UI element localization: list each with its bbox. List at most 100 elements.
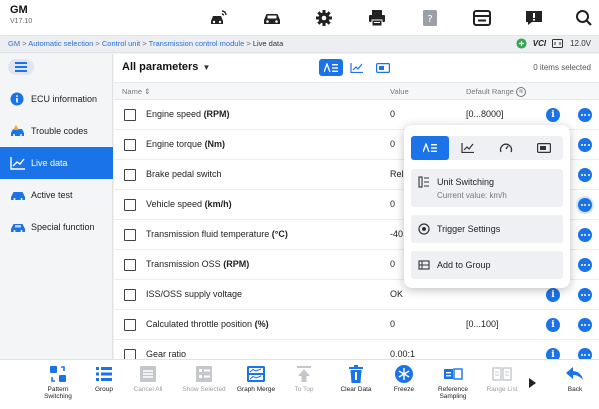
more-options-icon[interactable] [578,258,592,272]
parameter-unit: (km/h) [204,199,232,209]
sidebar-item-active-test[interactable]: Active test [0,179,113,211]
more-options-icon[interactable] [578,228,592,242]
more-options-icon[interactable] [578,108,592,122]
gear-icon[interactable] [312,6,336,30]
table-row[interactable]: Calculated throttle position (%) 0 [0...10… [114,310,599,340]
more-options-dot [580,324,583,326]
car-connect-icon[interactable] [206,6,230,30]
breadcrumb-item[interactable]: GM [8,39,20,48]
more-options-dot [587,174,590,176]
feedback-icon[interactable] [522,6,546,30]
more-options-dot [584,324,586,326]
items-selected-count: 0 items selected [533,63,591,72]
printer-icon[interactable] [365,6,389,30]
back-button[interactable]: Back [552,364,598,408]
reference-sampling-icon [444,368,463,380]
row-checkbox[interactable] [124,109,136,121]
more-options-dot [584,174,586,176]
unit-current-value: Current value: km/h [437,191,507,200]
more-options-dot [587,114,590,116]
more-options-icon[interactable] [578,138,592,152]
more-options-dot [587,324,590,326]
help-doc-icon[interactable]: ? [418,6,442,30]
row-checkbox[interactable] [124,199,136,211]
more-options-dot [587,144,590,146]
sidebar-item-special-function[interactable]: Special function [0,211,113,243]
menu-toggle-button[interactable] [8,59,34,75]
parameter-filter-label: All parameters [122,61,199,73]
gauge-icon [499,143,513,153]
tool-label: Back [567,386,583,393]
more-options-icon[interactable] [578,318,592,332]
to-top-button[interactable]: To Top [279,364,329,408]
trigger-settings-option[interactable]: Trigger Settings [411,215,563,243]
unit-switching-option[interactable]: Unit Switching Current value: km/h [411,169,563,207]
info-icon[interactable]: i [546,108,560,122]
graph-view-button[interactable] [345,59,369,76]
popup-tab-digital-view[interactable] [525,136,563,160]
more-options-dot [584,144,586,146]
search-icon[interactable] [572,6,596,30]
parameter-name: Calculated throttle position (%) [146,319,269,329]
toolbar-expand-arrow-icon[interactable] [529,378,536,388]
tool-label: Graph Merge [236,386,276,393]
add-to-group-option[interactable]: Add to Group [411,251,563,279]
cancel-all-icon [140,366,156,382]
clear-data-button[interactable]: Clear Data [331,364,381,408]
group-button[interactable]: Group [79,364,129,408]
software-version: V17.10 [10,18,33,25]
svg-text:?: ? [427,14,432,25]
sidebar-item-ecu-information[interactable]: ECU information [0,83,113,115]
sidebar-item-trouble-codes[interactable]: Trouble codes [0,115,113,147]
connection-status: VCI 12.0V [516,38,591,49]
cancel-all-button[interactable]: Cancel All [123,364,173,408]
parameter-name-text: Brake pedal switch [146,169,222,179]
save-icon[interactable] [470,6,494,30]
parameter-name: Brake pedal switch [146,169,222,179]
show-selected-icon [196,366,212,382]
more-options-dot [587,204,590,206]
column-header-name[interactable]: Name ⇕ [122,87,150,96]
filter-row: All parameters ▼ 0 items selected [114,54,599,82]
more-options-icon[interactable] [578,168,592,182]
more-options-icon[interactable] [578,288,592,302]
parameter-name: Transmission fluid temperature (°C) [146,229,288,239]
freeze-button[interactable]: Freeze [379,364,429,408]
row-checkbox[interactable] [124,259,136,271]
graph-merge-button[interactable]: Graph Merge [231,364,281,408]
car-icon[interactable] [260,6,284,30]
popup-tab-graph-view[interactable] [449,136,487,160]
breadcrumb-item[interactable]: Automatic selection [28,39,93,48]
popup-tab-text-view[interactable] [411,136,449,160]
parameter-name: Engine torque (Nm) [146,139,225,149]
breadcrumb-item[interactable]: Transmission control module [149,39,245,48]
digital-view-button[interactable] [371,59,395,76]
reference-sampling-button[interactable]: Reference Sampling [428,364,478,408]
row-checkbox[interactable] [124,289,136,301]
parameter-value: 0.00:1 [390,349,416,359]
sidebar-item-live-data[interactable]: Live data [0,147,113,179]
graph-merge-icon [247,366,265,382]
brand: GM V17.10 [10,4,32,26]
info-icon[interactable]: i [546,288,560,302]
parameter-name-text: Calculated throttle position [146,319,253,329]
pattern-switching-button[interactable]: Pattern Switching [33,364,83,408]
more-options-icon[interactable] [578,198,592,212]
breadcrumb-item[interactable]: Control unit [102,39,140,48]
range-settings-icon[interactable]: ≋ [516,87,527,98]
row-checkbox[interactable] [124,169,136,181]
tool-label: To Top [294,386,314,393]
text-view-button[interactable] [319,59,343,76]
row-checkbox[interactable] [124,229,136,241]
popup-tab-gauge-view[interactable] [487,136,525,160]
more-options-dot [584,294,586,296]
parameter-name-text: Vehicle speed [146,199,203,209]
show-selected-button[interactable]: Show Selected [179,364,229,408]
more-options-dot [580,264,583,266]
sidebar: ECU information Trouble codes Live data … [0,54,113,359]
parameter-filter-dropdown[interactable]: All parameters ▼ [122,61,210,73]
row-checkbox[interactable] [124,319,136,331]
row-checkbox[interactable] [124,139,136,151]
range-list-button[interactable]: Range List [477,364,527,408]
info-icon[interactable]: i [546,318,560,332]
